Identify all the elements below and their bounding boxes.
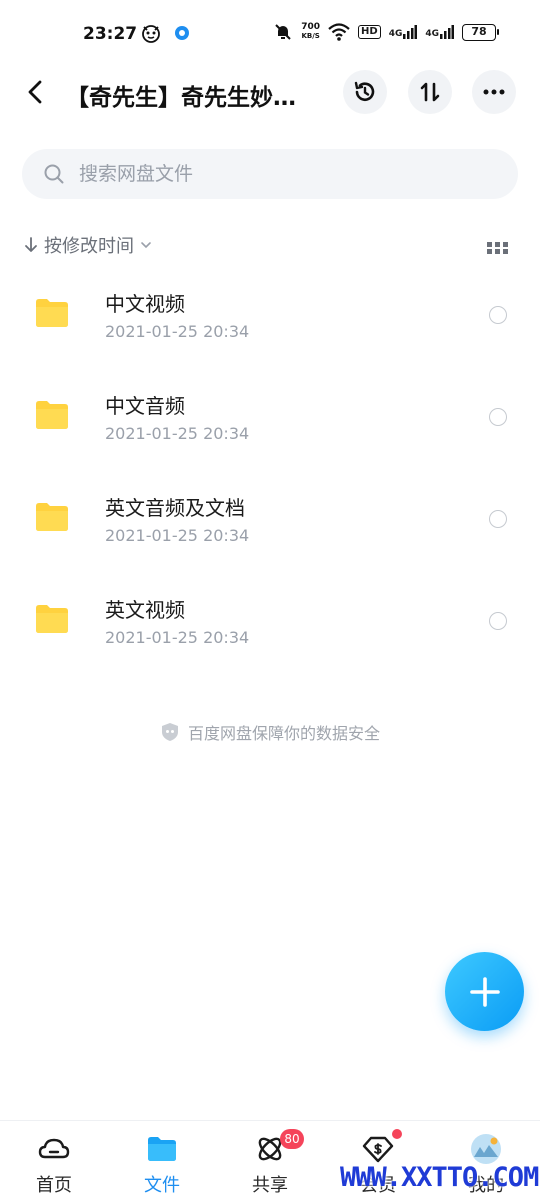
watermark: WWW.XXTTO.COM [340, 1162, 539, 1193]
folder-name: 中文音频 [105, 394, 185, 418]
hd-icon: HD [358, 25, 381, 39]
signal-bars-icon [403, 25, 418, 39]
chevron-left-icon [28, 80, 42, 104]
folder-name: 英文视频 [105, 598, 185, 622]
grid-view-icon[interactable] [487, 240, 509, 256]
nav-label: 首页 [36, 1175, 72, 1196]
app-notification-icon [142, 25, 160, 43]
nav-label: 共享 [252, 1175, 288, 1196]
transfer-arrows-icon [420, 82, 440, 102]
history-icon [354, 81, 375, 101]
battery-icon: 78 [462, 23, 499, 41]
select-checkbox[interactable] [489, 306, 507, 324]
search-bar[interactable] [22, 149, 518, 199]
folder-item[interactable]: 中文音频 2021-01-25 20:34 [0, 366, 540, 468]
chevron-down-icon [141, 242, 151, 249]
safety-note: 百度网盘保障你的数据安全 [0, 720, 540, 744]
folder-icon [36, 605, 68, 633]
shield-icon [161, 723, 178, 741]
nav-item-share[interactable]: 80 共享 [216, 1121, 324, 1200]
select-checkbox[interactable] [489, 612, 507, 630]
avatar-icon [471, 1134, 501, 1164]
select-checkbox[interactable] [489, 510, 507, 528]
status-bar: 23:27 700 KB/S HD 4G 4G 78 [0, 0, 540, 70]
header: 【奇先生】奇先生妙… [0, 66, 540, 120]
baidu-notification-icon [175, 26, 189, 40]
more-button[interactable] [472, 70, 516, 114]
folder-icon [36, 401, 68, 429]
plus-icon [469, 976, 500, 1007]
cloud-home-icon [38, 1138, 70, 1159]
share-badge: 80 [280, 1129, 304, 1149]
folder-icon [36, 503, 68, 531]
transfer-button[interactable] [408, 70, 452, 114]
signal-1: 4G [389, 25, 418, 39]
sort-label: 按修改时间 [44, 236, 134, 257]
folder-modified-time: 2021-01-25 20:34 [105, 322, 250, 341]
select-checkbox[interactable] [489, 408, 507, 426]
file-list: 中文视频 2021-01-25 20:34 中文音频 2021-01-25 20… [0, 264, 540, 672]
search-input[interactable] [79, 163, 479, 185]
nav-item-home[interactable]: 首页 [0, 1121, 108, 1200]
search-icon [44, 164, 64, 184]
back-button[interactable] [20, 76, 52, 108]
net-speed: 700 KB/S [301, 22, 321, 41]
folder-item[interactable]: 英文视频 2021-01-25 20:34 [0, 570, 540, 672]
folder-item[interactable]: 中文视频 2021-01-25 20:34 [0, 264, 540, 366]
page-title: 【奇先生】奇先生妙… [66, 85, 296, 111]
safety-note-text: 百度网盘保障你的数据安全 [187, 724, 380, 743]
sort-selector[interactable]: 按修改时间 [24, 232, 152, 258]
folder-modified-time: 2021-01-25 20:34 [105, 628, 250, 647]
folder-files-icon [148, 1137, 176, 1161]
folder-icon [36, 299, 68, 327]
nav-label: 文件 [144, 1175, 180, 1196]
folder-name: 中文视频 [105, 292, 185, 316]
nav-item-files[interactable]: 文件 [108, 1121, 216, 1200]
folder-modified-time: 2021-01-25 20:34 [105, 526, 250, 545]
wifi-icon [328, 23, 350, 41]
diamond-vip-icon [362, 1136, 394, 1163]
folder-modified-time: 2021-01-25 20:34 [105, 424, 250, 443]
history-button[interactable] [343, 70, 387, 114]
mute-bell-icon [275, 24, 291, 40]
more-dots-icon [483, 89, 505, 95]
signal-bars-icon [440, 25, 454, 39]
signal-2: 4G [425, 25, 454, 39]
folder-name: 英文音频及文档 [105, 496, 245, 520]
vip-dot-badge [392, 1129, 402, 1139]
arrow-down-icon [25, 237, 37, 252]
status-time: 23:27 [83, 24, 138, 44]
add-button[interactable] [445, 952, 524, 1031]
folder-item[interactable]: 英文音频及文档 2021-01-25 20:34 [0, 468, 540, 570]
